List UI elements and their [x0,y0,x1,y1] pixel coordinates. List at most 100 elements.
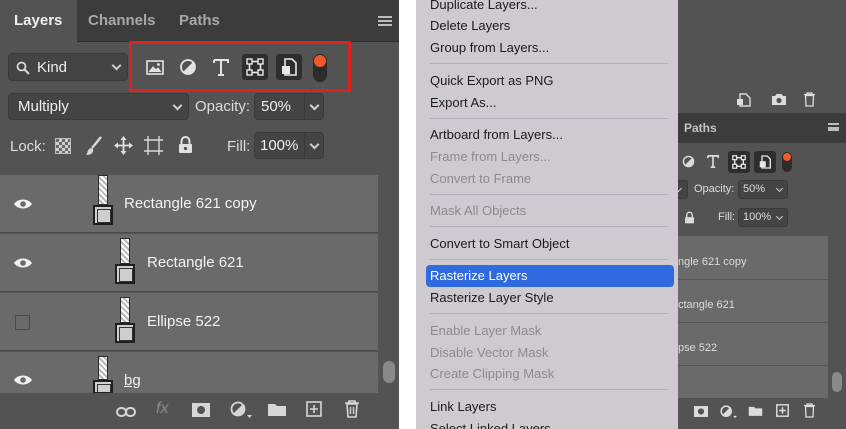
bg-opacity-value: 50% [743,183,766,195]
layer-row[interactable]: Rectangle 621 [0,234,378,292]
bg-layer-name: ngle 621 copy [678,256,747,268]
menu-separator [430,313,668,314]
menu-item-create-clipping-mask: Create Clipping Mask [430,366,555,381]
lock-artboard-icon[interactable] [144,136,163,155]
type-layer-filter-icon[interactable] [208,54,234,80]
fx-icon[interactable]: fx [156,400,168,418]
opacity-value: 50% [261,98,292,115]
bg-new-icon [737,93,751,107]
menu-item-group-from-layers[interactable]: Group from Layers... [430,40,549,55]
menu-separator [430,118,668,119]
panel-menu-icon[interactable] [378,16,392,26]
add-mask-icon[interactable] [192,403,210,417]
menu-item-delete-layers[interactable]: Delete Layers [430,18,510,33]
menu-item-frame-from-layers: Frame from Layers... [430,149,551,164]
lock-label: Lock: [10,138,46,155]
eye-visibility-icon[interactable] [13,374,33,386]
menu-item-artboard-from-layers[interactable]: Artboard from Layers... [430,127,563,142]
new-layer-icon[interactable] [306,401,322,417]
layer-name[interactable]: Ellipse 522 [147,313,220,330]
link-layers-icon[interactable] [116,402,136,422]
bg-opacity-label: Opacity: [694,183,735,195]
chevron-down-icon [309,139,320,150]
lock-transparent-pixels-icon[interactable] [55,138,71,154]
menu-separator [430,63,668,64]
menu-item-link-layers[interactable]: Link Layers [430,399,496,414]
menu-separator [430,389,668,390]
bg-layer-name: pse 522 [678,342,718,354]
layer-thumbnail [93,175,113,227]
smart-object-filter-icon[interactable] [276,54,302,80]
menu-item-export-as[interactable]: Export As... [430,95,496,110]
menu-item-disable-vector-mask: Disable Vector Mask [430,345,549,360]
eye-visibility-icon[interactable] [13,198,33,210]
adjustment-layer-filter-icon[interactable] [175,54,201,80]
layer-name[interactable]: bg [124,372,141,389]
fill-field[interactable]: 100% [254,132,324,159]
layer-name[interactable]: Rectangle 621 copy [124,195,257,212]
layer-row[interactable]: bg [0,352,378,393]
filter-toggle-switch[interactable] [313,54,327,82]
shape-layer-filter-icon[interactable] [242,54,268,80]
bg-tabbar: Paths [678,113,846,143]
lock-image-pixels-icon[interactable] [85,136,103,156]
layer-row[interactable]: Ellipse 522 [0,293,378,351]
scrollbar-thumb[interactable] [383,361,395,383]
blend-mode-value: Multiply [18,98,69,115]
filter-kind-select[interactable]: Kind [8,53,128,81]
eye-visibility-icon[interactable] [13,257,33,269]
menu-separator [430,226,668,227]
layers-scrollbar[interactable] [379,165,399,393]
filter-kind-label: Kind [37,59,68,76]
layer-thumbnail [115,238,135,290]
panel-tab-bar: Layers Channels Paths [0,0,399,43]
new-adjustment-layer-icon[interactable] [230,401,252,419]
chevron-down-icon [172,100,183,111]
lock-all-icon[interactable] [178,135,193,154]
layers-panel: Layers Channels Paths Kind Multiply Opac… [0,0,399,429]
trash-icon[interactable] [344,400,360,418]
blend-mode-select[interactable]: Multiply [8,93,189,120]
bg-trash-icon [804,92,815,107]
camera-icon [772,94,786,105]
tab-paths[interactable]: Paths [179,0,220,42]
menu-item-rasterize-layer-style[interactable]: Rasterize Layer Style [430,290,554,305]
chevron-down-icon [111,60,122,71]
new-group-folder-icon[interactable] [267,402,287,417]
fill-label: Fill: [227,138,251,155]
menu-item-enable-layer-mask: Enable Layer Mask [430,323,542,338]
bg-footer-top [678,87,846,113]
lock-position-icon[interactable] [114,136,133,155]
menu-item-duplicate-layers[interactable]: Duplicate Layers... [430,0,538,12]
bg-fill-value: 100% [743,211,772,223]
menu-item-quick-export-png[interactable]: Quick Export as PNG [430,73,554,88]
menu-item-convert-to-frame: Convert to Frame [430,171,532,186]
layer-thumbnail [93,356,113,393]
bg-scrollbar [828,236,846,398]
search-icon [16,61,30,75]
menu-item-convert-to-smart-object[interactable]: Convert to Smart Object [430,236,569,251]
bg-filter-icons [678,150,846,174]
background-layers-panel: Paths Opacity: 50% Fill: 100% ngle 621 c… [674,0,846,429]
menu-item-select-linked-layers[interactable]: Select Linked Layers [430,421,551,429]
layer-thumbnail [115,297,135,349]
chevron-down-icon [309,100,320,111]
pixel-layer-filter-icon[interactable] [142,54,168,80]
bg-layer-list: ngle 621 copy ctangle 621 pse 522 [678,236,828,398]
bg-panel-menu-icon [828,123,839,131]
bg-opacity-row: Opacity: 50% [674,180,846,200]
layer-name[interactable]: Rectangle 621 [147,254,244,271]
fill-value: 100% [260,137,299,154]
opacity-field[interactable]: 50% [254,93,324,120]
layer-context-menu: Duplicate Layers... Delete Layers Group … [416,0,678,429]
tab-channels[interactable]: Channels [88,0,156,42]
tab-layers[interactable]: Layers [0,0,77,43]
bg-layer-name: ctangle 621 [678,299,735,311]
layer-row[interactable]: Rectangle 621 copy [0,175,378,233]
menu-item-rasterize-layers[interactable]: Rasterize Layers [426,265,674,287]
visibility-off-box[interactable] [15,315,30,330]
bg-fill-row: Fill: 100% [678,208,846,228]
layers-list: Rectangle 621 copy Rectangle 621 Ellipse… [0,167,379,393]
menu-item-mask-all-objects: Mask All Objects [430,203,527,218]
bg-tab-paths: Paths [684,121,717,135]
